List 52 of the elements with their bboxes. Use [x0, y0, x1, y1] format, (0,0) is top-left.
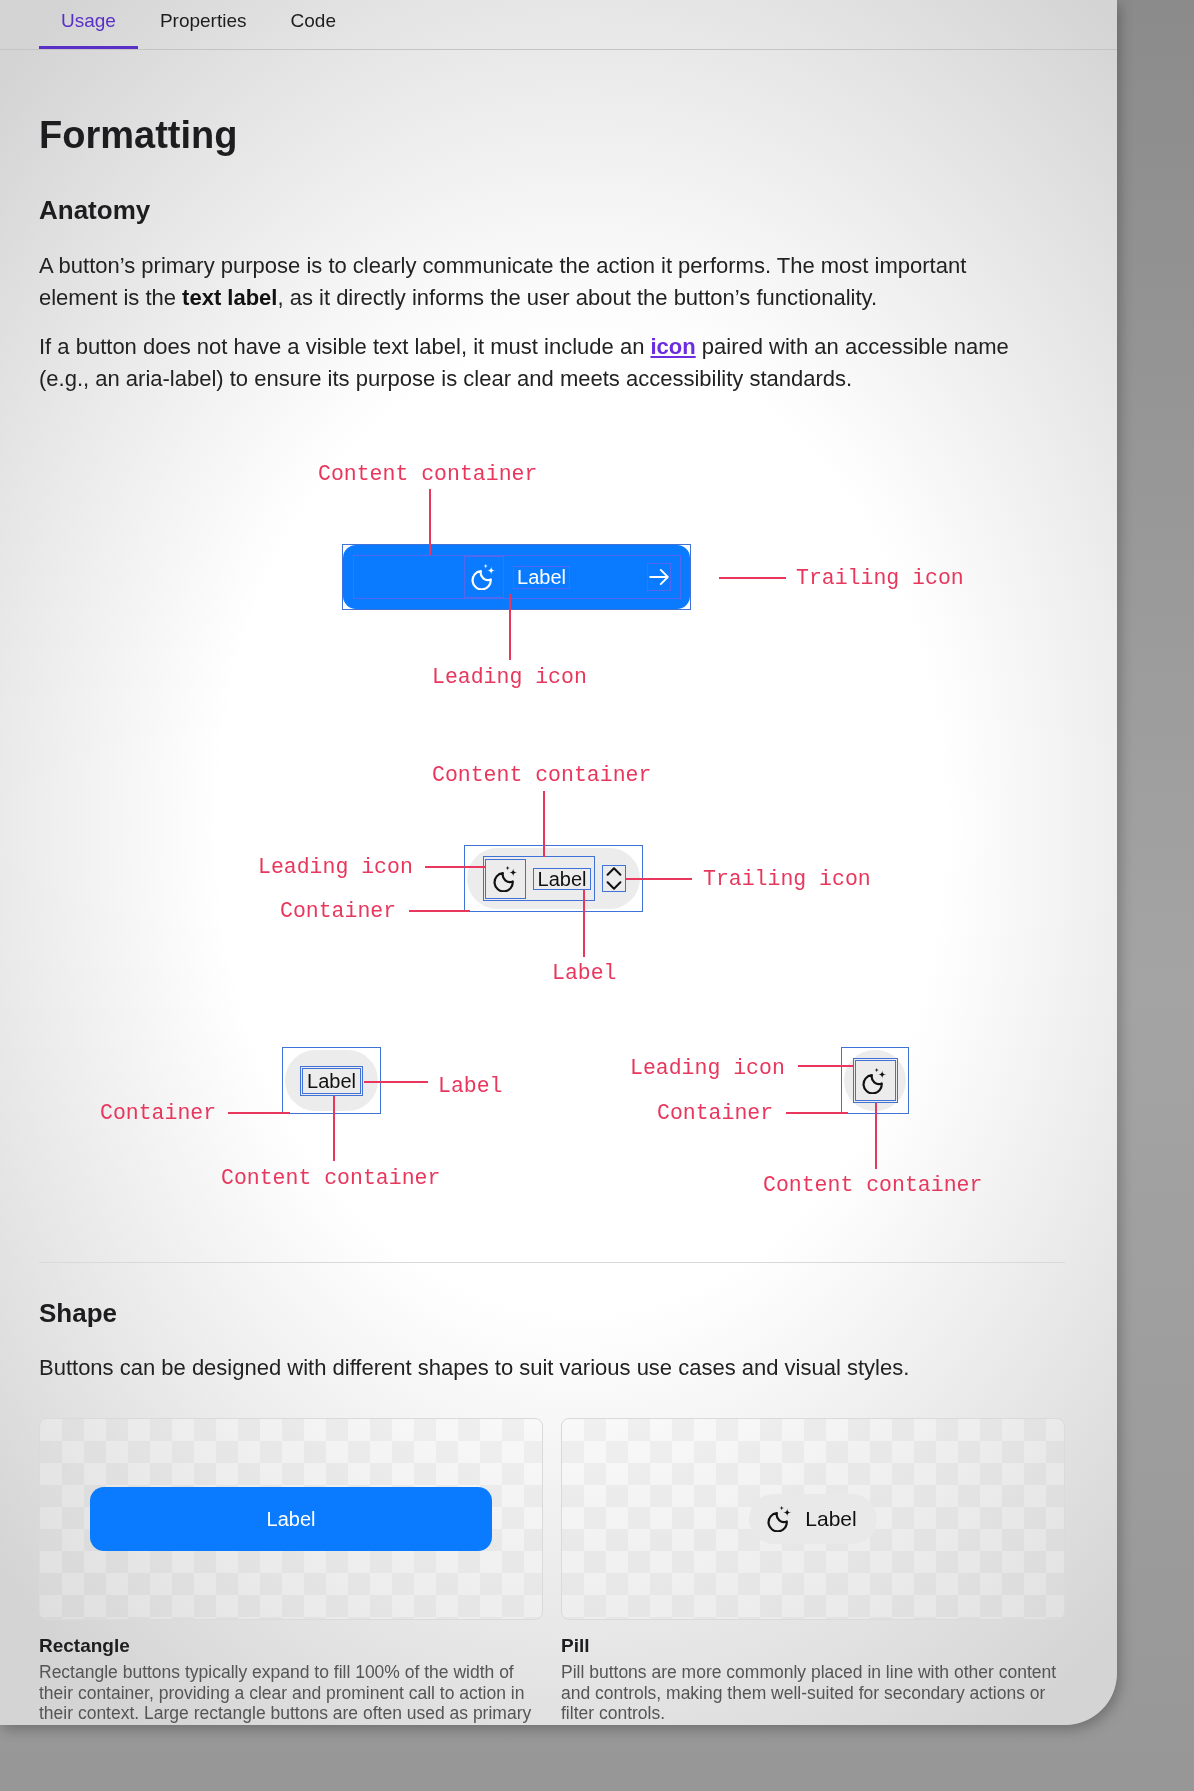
- pill-button[interactable]: Label: [749, 1494, 877, 1544]
- example-description: Pill buttons are more commonly placed in line with other content and controls, making them well-suited for secondary actions or filter controls.: [561, 1662, 1058, 1724]
- tab[interactable]: Usage: [39, 0, 138, 49]
- annotation-label: Leading icon: [630, 1055, 785, 1081]
- leader-line: [333, 1096, 335, 1161]
- button-label: Label: [517, 566, 566, 588]
- leader-line: [509, 594, 511, 660]
- inline-link[interactable]: icon: [650, 334, 696, 359]
- button-label: Label: [307, 1069, 356, 1092]
- example-title: Pill: [561, 1634, 591, 1658]
- leader-line: [875, 1103, 877, 1169]
- moon-icon: [767, 1506, 794, 1532]
- leader-line: [228, 1112, 290, 1114]
- annotation-label: Trailing icon: [796, 565, 964, 591]
- annotation-label: Label: [552, 960, 617, 986]
- leader-line: [626, 878, 692, 880]
- leader-line: [786, 1112, 848, 1114]
- leader-line: [583, 890, 585, 957]
- button-label: Label: [537, 867, 587, 890]
- annotation-label: Leading icon: [432, 664, 587, 690]
- leader-line: [409, 910, 470, 912]
- annotation-label: Content container: [432, 762, 652, 788]
- tab[interactable]: Properties: [137, 0, 269, 49]
- annotation-label: Content container: [221, 1165, 441, 1191]
- example-description: Rectangle buttons typically expand to fill 100% of the width of their container, providing a clear and prominent call to action in their context. Large rectangle buttons are often used as primary: [39, 1662, 533, 1724]
- leader-line: [425, 866, 486, 868]
- section-heading: Anatomy: [39, 194, 152, 226]
- leader-line: [364, 1081, 428, 1083]
- moon-icon: [862, 1067, 888, 1094]
- body-text: If a button does not have a visible text label, it must include an icon paired with an accessible name (e.g., an aria-label) to ensure its purpose is clear and meets accessibility standards.: [39, 333, 1010, 393]
- section-heading: Shape: [39, 1297, 119, 1329]
- annotation-label: Trailing icon: [703, 866, 871, 892]
- leader-line: [543, 791, 545, 857]
- rectangle-button[interactable]: Label: [90, 1487, 492, 1551]
- moon-icon: [471, 564, 497, 590]
- annotation-label: Container: [657, 1100, 774, 1126]
- tab[interactable]: Code: [268, 0, 358, 49]
- leader-line: [798, 1065, 854, 1067]
- leader-line: [429, 489, 431, 555]
- arrow-right-icon: [649, 568, 669, 586]
- example-title: Rectangle: [39, 1634, 131, 1658]
- body-text: Buttons can be designed with different shapes to suit various use cases and visual styles.: [39, 1354, 911, 1382]
- annotation-label: Label: [438, 1073, 503, 1099]
- page-title: Formatting: [39, 113, 239, 158]
- annotation-label: Container: [280, 898, 397, 924]
- annotation-label: Content container: [763, 1172, 983, 1198]
- body-text: A button’s primary purpose is to clearly communicate the action it performs. The most important element is the text label, as it directly informs the user about the button’s functionality.: [39, 252, 968, 312]
- annotation-label: Container: [100, 1100, 217, 1126]
- moon-icon: [492, 865, 519, 892]
- annotation-label: Content container: [318, 461, 538, 487]
- leader-line: [719, 577, 786, 579]
- annotation-label: Leading icon: [258, 854, 413, 880]
